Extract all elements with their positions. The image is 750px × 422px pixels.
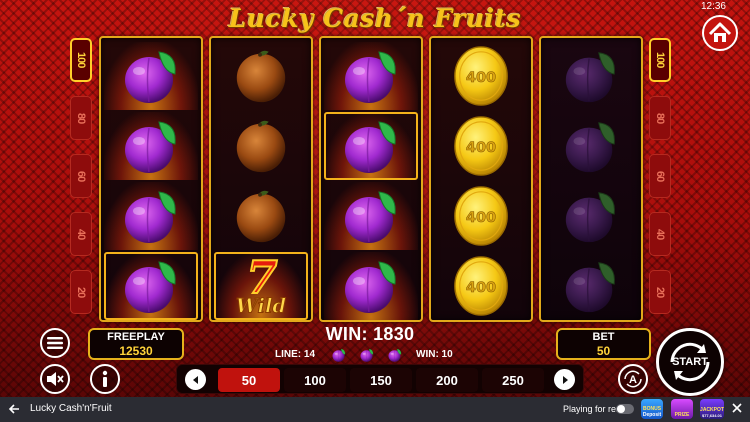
menu-button[interactable] [40,328,70,358]
chevron-right-icon [562,375,568,384]
playing-for-real-toggle[interactable] [616,404,634,414]
coin-symbol: 400 [434,112,528,180]
plum-symbol [104,182,198,250]
start-label: START [672,356,708,368]
bet-option[interactable]: 100 [284,368,346,392]
line-numbers-right: 100 80 60 40 20 [649,38,671,318]
game-screen: 12:36 Lucky Cash´n Fruits 100 80 60 40 2… [0,0,750,397]
bet-value: 50 [596,344,611,358]
plum-mini-icon [359,347,375,363]
freeplay-label: FREEPLAY [107,331,165,343]
coin-value: 400 [466,280,496,296]
plum-symbol [544,112,638,180]
sound-muted-icon [47,372,64,386]
plum-symbol [104,42,198,110]
line-number[interactable]: 40 [649,212,671,256]
line-number[interactable]: 80 [649,96,671,140]
back-button[interactable] [8,403,20,418]
line-win-value: WIN: 10 [416,349,453,360]
chevron-left-icon [192,375,198,384]
freeplay-box: FREEPLAY 12530 [88,328,184,360]
orange-symbol [214,112,308,180]
plum-mini-icon [331,347,347,363]
line-number[interactable]: 60 [649,154,671,198]
plum-symbol [104,252,198,320]
start-button[interactable]: START [656,328,724,396]
badge-title: PRIZE [674,412,690,418]
orange-symbol [214,42,308,110]
line-win-info: LINE: 14 WIN: 10 [264,347,484,363]
footer-bar: Lucky Cash'n'Fruit Playing for real BONU… [0,397,750,422]
reel-3 [319,36,423,322]
reel-5 [539,36,643,322]
coin-value: 400 [466,210,496,226]
plum-symbol [324,112,418,180]
orange-symbol [214,182,308,250]
line-numbers-left: 100 80 60 40 20 [70,38,92,318]
plum-symbol [104,112,198,180]
bet-box: BET 50 [556,328,651,360]
line-number[interactable]: 60 [70,154,92,198]
svg-text:Wild: Wild [236,294,286,317]
line-number[interactable]: 20 [649,270,671,314]
line-number[interactable]: 100 [649,38,671,82]
bet-option[interactable]: 50 [218,368,280,392]
plum-symbol [324,252,418,320]
badge-label: $77,634.01 [701,413,723,418]
reel-1 [99,36,203,322]
plum-symbol [544,252,638,320]
coin-symbol: 400 [434,182,528,250]
plum-symbol [324,182,418,250]
reel-2: 7 Wild [209,36,313,322]
plum-mini-icon [387,347,403,363]
line-number[interactable]: 100 [70,38,92,82]
coin-symbol: 400 [434,42,528,110]
bet-selector: 50 100 150 200 250 [176,364,584,394]
prize-game-badge[interactable]: PRIZE [671,399,693,419]
close-icon [732,403,742,413]
line-number[interactable]: 80 [70,96,92,140]
arrow-left-icon [8,404,19,414]
home-button[interactable] [702,15,738,51]
info-button[interactable] [90,364,120,394]
plum-symbol [544,42,638,110]
game-title: Lucky Cash´n Fruits [228,4,522,33]
bet-prev-button[interactable] [185,369,206,390]
win-amount: WIN: 1830 [325,324,415,344]
footer-game-name: Lucky Cash'n'Fruit [30,403,112,414]
wild-seven-symbol: 7 Wild [214,252,308,320]
reel-4: 400 400 400 400 [429,36,533,322]
plum-symbol [544,182,638,250]
line-number[interactable]: 20 [70,270,92,314]
autoplay-label: A [629,374,637,386]
bet-option[interactable]: 150 [350,368,412,392]
jackpot-badge[interactable]: JACKPOT $77,634.01 [700,399,724,419]
freeplay-value: 12530 [119,344,153,358]
menu-icon [47,337,63,349]
bet-option[interactable]: 250 [482,368,544,392]
bonus-deposit-badge[interactable]: BONUS Deposit [641,399,663,419]
coin-value: 400 [466,140,496,156]
sound-button[interactable] [40,364,70,394]
autoplay-icon: A [624,370,642,388]
line-win-line: LINE: 14 [275,349,316,360]
coin-symbol: 400 [434,252,528,320]
badge-label: Deposit [642,412,662,418]
bet-label: BET [592,331,615,343]
bet-option[interactable]: 200 [416,368,478,392]
playing-for-real-label: Playing for real [563,404,624,414]
coin-value: 400 [466,70,496,86]
home-icon [702,15,738,51]
plum-symbol [324,42,418,110]
bet-next-button[interactable] [554,369,575,390]
line-number[interactable]: 40 [70,212,92,256]
info-icon [102,370,108,387]
close-button[interactable] [732,402,742,416]
autoplay-button[interactable]: A [618,364,648,394]
